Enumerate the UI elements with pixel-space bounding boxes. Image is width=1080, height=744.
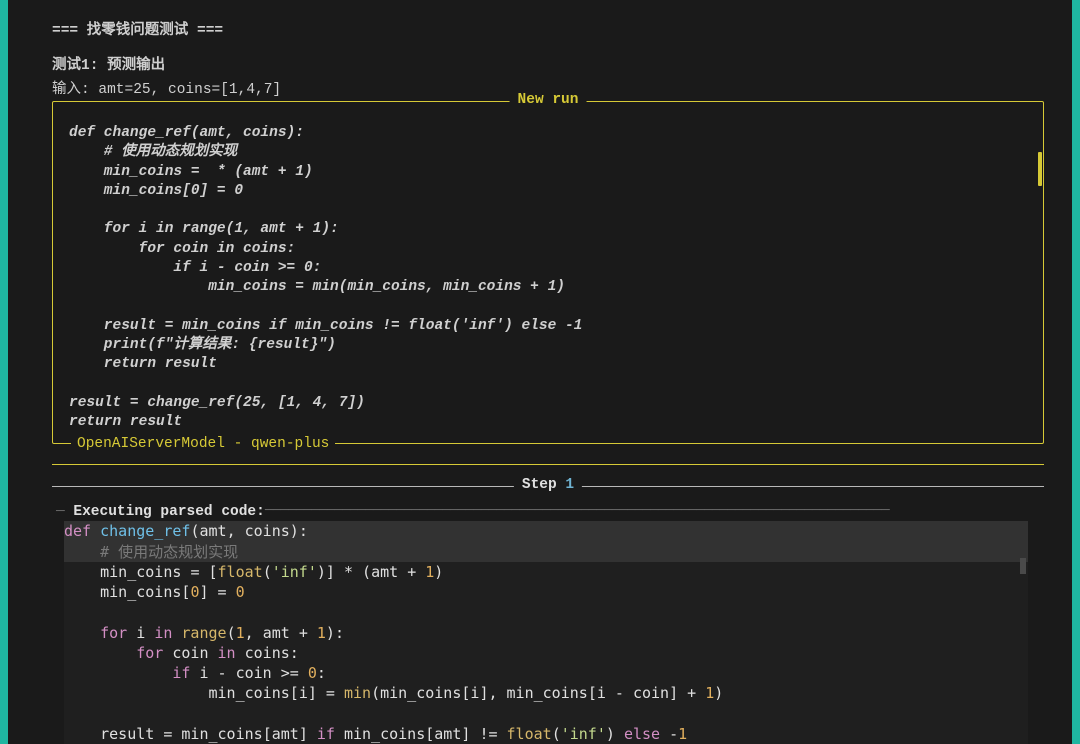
new-run-box: New run def change_ref(amt, coins): # 使用…	[52, 101, 1044, 444]
scrollbar-thumb-inner[interactable]	[1020, 558, 1026, 574]
new-run-code: def change_ref(amt, coins): # 使用动态规划实现 m…	[69, 124, 1027, 433]
model-label: OpenAIServerModel - qwen-plus	[71, 436, 335, 452]
test-title: 测试1: 预测输出	[52, 53, 1072, 74]
executing-label: ─ Executing parsed code: ───────────────…	[56, 503, 1072, 520]
terminal-panel: === 找零钱问题测试 === 测试1: 预测输出 输入: amt=25, co…	[8, 0, 1072, 744]
separator-rule	[52, 464, 1044, 465]
section-title: === 找零钱问题测试 ===	[52, 18, 1072, 39]
step-label: Step 1	[514, 477, 582, 493]
new-run-label: New run	[510, 92, 587, 108]
parsed-code-block: def change_ref(amt, coins): # 使用动态规划实现 m…	[64, 521, 1028, 744]
scrollbar-thumb[interactable]	[1038, 152, 1042, 186]
step-header: Step 1	[52, 477, 1044, 493]
